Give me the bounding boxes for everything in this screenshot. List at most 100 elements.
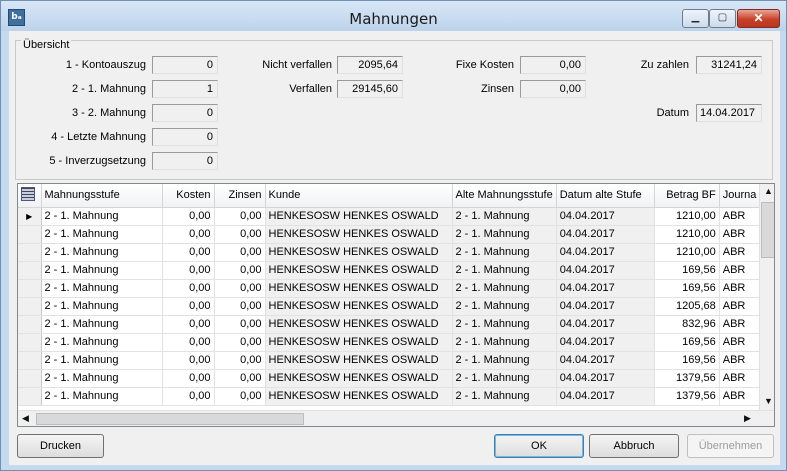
horizontal-scrollbar[interactable]: ◀ ▶: [18, 410, 774, 426]
row-selector[interactable]: [18, 279, 42, 298]
row-selector[interactable]: [18, 243, 42, 262]
table-row[interactable]: 2 - 1. Mahnung 0,00 0,00 HENKESOSW HENKES O…: [18, 333, 761, 352]
cell-betrag-bf[interactable]: 169,56: [654, 261, 720, 280]
cell-zinsen[interactable]: 0,00: [214, 297, 266, 316]
cell-kunde[interactable]: HENKESOSW HENKES OSWALD: [265, 297, 453, 316]
row-selector[interactable]: [18, 351, 42, 370]
column-header-zinsen[interactable]: Zinsen: [214, 184, 266, 208]
close-button[interactable]: ✕: [737, 9, 780, 28]
cell-betrag-bf[interactable]: 1210,00: [654, 207, 720, 226]
cell-betrag-bf[interactable]: 1210,00: [654, 243, 720, 262]
column-header-betrag-bf[interactable]: Betrag BF: [654, 184, 720, 208]
cell-zinsen[interactable]: 0,00: [214, 387, 266, 406]
cell-datum-alte-stufe[interactable]: 04.04.2017: [556, 315, 655, 334]
table-row[interactable]: 2 - 1. Mahnung 0,00 0,00 HENKESOSW HENKES O…: [18, 387, 761, 406]
column-header-kunde[interactable]: Kunde: [265, 184, 453, 208]
column-header-mahnungsstufe[interactable]: Mahnungsstufe: [41, 184, 163, 208]
cell-datum-alte-stufe[interactable]: 04.04.2017: [556, 351, 655, 370]
row-selector[interactable]: [18, 315, 42, 334]
cell-zinsen[interactable]: 0,00: [214, 243, 266, 262]
table-row[interactable]: 2 - 1. Mahnung 0,00 0,00 HENKESOSW HENKES O…: [18, 243, 761, 262]
maximize-button[interactable]: ▢: [709, 9, 736, 28]
row-selector[interactable]: [18, 297, 42, 316]
scroll-down-icon[interactable]: ▼: [764, 396, 773, 406]
cell-kosten[interactable]: 0,00: [162, 351, 215, 370]
cell-alte-mahnungsstufe[interactable]: 2 - 1. Mahnung: [452, 315, 557, 334]
cell-kunde[interactable]: HENKESOSW HENKES OSWALD: [265, 279, 453, 298]
cell-zinsen[interactable]: 0,00: [214, 333, 266, 352]
cell-journal[interactable]: ABR: [719, 369, 761, 388]
cell-mahnungsstufe[interactable]: 2 - 1. Mahnung: [41, 387, 163, 406]
cell-mahnungsstufe[interactable]: 2 - 1. Mahnung: [41, 261, 163, 280]
table-row[interactable]: 2 - 1. Mahnung 0,00 0,00 HENKESOSW HENKES O…: [18, 351, 761, 370]
cell-journal[interactable]: ABR: [719, 279, 761, 298]
cell-alte-mahnungsstufe[interactable]: 2 - 1. Mahnung: [452, 243, 557, 262]
cell-alte-mahnungsstufe[interactable]: 2 - 1. Mahnung: [452, 279, 557, 298]
cell-datum-alte-stufe[interactable]: 04.04.2017: [556, 369, 655, 388]
column-header-kosten[interactable]: Kosten: [162, 184, 215, 208]
vertical-scroll-thumb[interactable]: [761, 202, 774, 258]
cell-kosten[interactable]: 0,00: [162, 333, 215, 352]
cell-journal[interactable]: ABR: [719, 207, 761, 226]
cell-alte-mahnungsstufe[interactable]: 2 - 1. Mahnung: [452, 207, 557, 226]
table-row[interactable]: ▶ 2 - 1. Mahnung 0,00 0,00 HENKESOSW HENKES …: [18, 207, 761, 226]
cell-betrag-bf[interactable]: 1210,00: [654, 225, 720, 244]
cell-kunde[interactable]: HENKESOSW HENKES OSWALD: [265, 369, 453, 388]
cell-journal[interactable]: ABR: [719, 351, 761, 370]
cell-betrag-bf[interactable]: 169,56: [654, 351, 720, 370]
column-header-journal[interactable]: Journa: [719, 184, 761, 208]
cell-journal[interactable]: ABR: [719, 243, 761, 262]
cell-alte-mahnungsstufe[interactable]: 2 - 1. Mahnung: [452, 369, 557, 388]
cell-kunde[interactable]: HENKESOSW HENKES OSWALD: [265, 243, 453, 262]
cell-datum-alte-stufe[interactable]: 04.04.2017: [556, 243, 655, 262]
cell-kosten[interactable]: 0,00: [162, 369, 215, 388]
cell-datum-alte-stufe[interactable]: 04.04.2017: [556, 261, 655, 280]
cell-datum-alte-stufe[interactable]: 04.04.2017: [556, 333, 655, 352]
cell-kosten[interactable]: 0,00: [162, 207, 215, 226]
cell-journal[interactable]: ABR: [719, 387, 761, 406]
grid-corner[interactable]: [18, 184, 42, 208]
cell-mahnungsstufe[interactable]: 2 - 1. Mahnung: [41, 297, 163, 316]
cell-kunde[interactable]: HENKESOSW HENKES OSWALD: [265, 207, 453, 226]
cell-kosten[interactable]: 0,00: [162, 261, 215, 280]
cell-mahnungsstufe[interactable]: 2 - 1. Mahnung: [41, 207, 163, 226]
cell-mahnungsstufe[interactable]: 2 - 1. Mahnung: [41, 225, 163, 244]
table-row[interactable]: 2 - 1. Mahnung 0,00 0,00 HENKESOSW HENKES O…: [18, 297, 761, 316]
cell-alte-mahnungsstufe[interactable]: 2 - 1. Mahnung: [452, 351, 557, 370]
cell-betrag-bf[interactable]: 832,96: [654, 315, 720, 334]
cell-datum-alte-stufe[interactable]: 04.04.2017: [556, 225, 655, 244]
table-row[interactable]: 2 - 1. Mahnung 0,00 0,00 HENKESOSW HENKES O…: [18, 225, 761, 244]
cell-datum-alte-stufe[interactable]: 04.04.2017: [556, 387, 655, 406]
scroll-up-icon[interactable]: ▲: [764, 186, 773, 196]
cell-alte-mahnungsstufe[interactable]: 2 - 1. Mahnung: [452, 261, 557, 280]
column-header-datum-alte-stufe[interactable]: Datum alte Stufe: [556, 184, 655, 208]
cell-journal[interactable]: ABR: [719, 333, 761, 352]
horizontal-scroll-thumb[interactable]: [36, 413, 304, 425]
cell-kosten[interactable]: 0,00: [162, 315, 215, 334]
cell-kunde[interactable]: HENKESOSW HENKES OSWALD: [265, 225, 453, 244]
minimize-button[interactable]: ▁: [682, 9, 709, 28]
cell-betrag-bf[interactable]: 1205,68: [654, 297, 720, 316]
cell-betrag-bf[interactable]: 169,56: [654, 279, 720, 298]
cell-zinsen[interactable]: 0,00: [214, 315, 266, 334]
table-row[interactable]: 2 - 1. Mahnung 0,00 0,00 HENKESOSW HENKES O…: [18, 279, 761, 298]
cell-kosten[interactable]: 0,00: [162, 279, 215, 298]
cell-kosten[interactable]: 0,00: [162, 387, 215, 406]
cell-kunde[interactable]: HENKESOSW HENKES OSWALD: [265, 315, 453, 334]
cell-mahnungsstufe[interactable]: 2 - 1. Mahnung: [41, 243, 163, 262]
row-selector[interactable]: [18, 261, 42, 280]
reminders-grid[interactable]: Mahnungsstufe Kosten Zinsen Kunde Alte M…: [17, 183, 775, 427]
cell-alte-mahnungsstufe[interactable]: 2 - 1. Mahnung: [452, 225, 557, 244]
scroll-left-icon[interactable]: ◀: [22, 413, 29, 424]
cell-kunde[interactable]: HENKESOSW HENKES OSWALD: [265, 387, 453, 406]
cell-mahnungsstufe[interactable]: 2 - 1. Mahnung: [41, 369, 163, 388]
cell-mahnungsstufe[interactable]: 2 - 1. Mahnung: [41, 351, 163, 370]
cell-alte-mahnungsstufe[interactable]: 2 - 1. Mahnung: [452, 387, 557, 406]
cell-mahnungsstufe[interactable]: 2 - 1. Mahnung: [41, 279, 163, 298]
cell-betrag-bf[interactable]: 169,56: [654, 333, 720, 352]
cell-kosten[interactable]: 0,00: [162, 225, 215, 244]
row-selector[interactable]: ▶: [18, 207, 42, 226]
cell-kunde[interactable]: HENKESOSW HENKES OSWALD: [265, 351, 453, 370]
cell-zinsen[interactable]: 0,00: [214, 225, 266, 244]
cell-zinsen[interactable]: 0,00: [214, 351, 266, 370]
